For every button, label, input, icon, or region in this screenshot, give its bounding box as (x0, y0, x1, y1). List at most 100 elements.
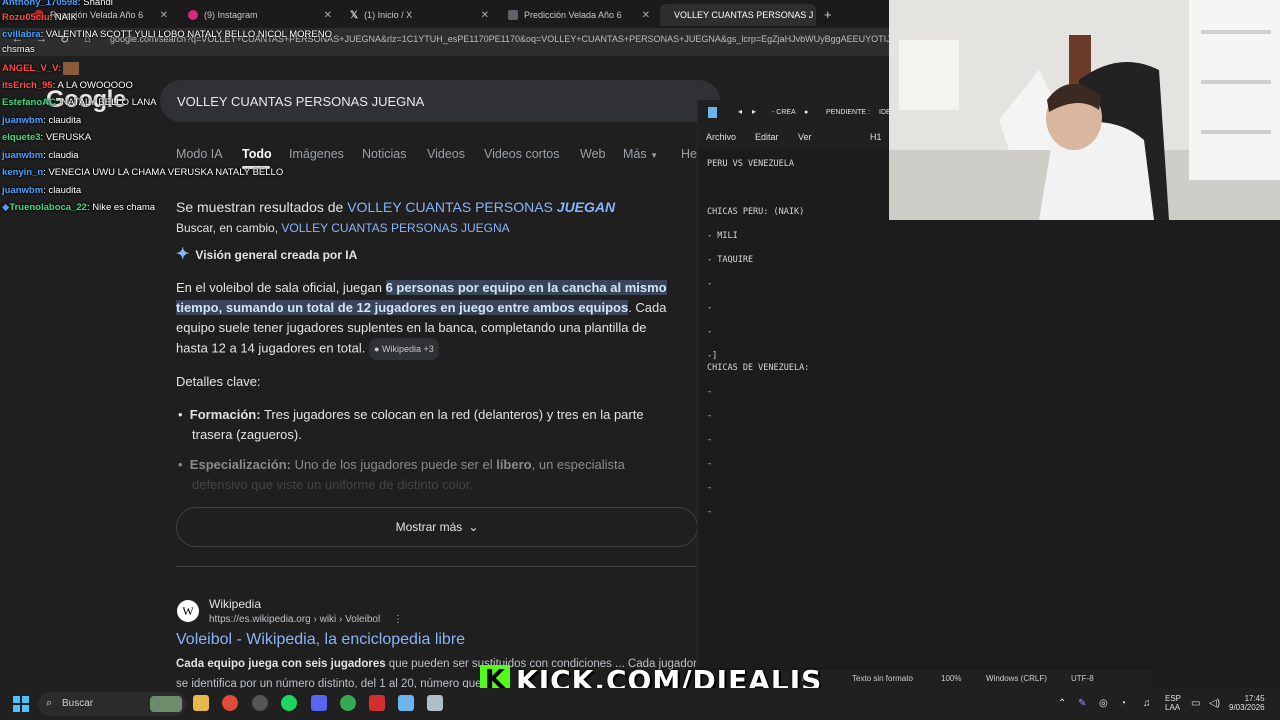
close-tab-icon[interactable]: ✕ (642, 10, 650, 21)
windows-logo-icon (13, 696, 29, 712)
chrome-icon[interactable] (222, 695, 238, 711)
ai-overview-header: ✦ Visión general creada por IA (176, 245, 357, 265)
notepad-taskbar-icon[interactable] (398, 695, 414, 711)
chat-message: ANGEL_V_V: (2, 62, 80, 75)
tab-prediccion[interactable]: Predicción Velada Año 6 ✕ (500, 4, 658, 26)
search-instead-prefix: Buscar, en cambio, (176, 221, 282, 235)
app-icon[interactable] (369, 695, 385, 711)
dropdown-arrow-icon: ▼ (650, 151, 659, 160)
notepad-tab-bar: ◂ ▸ - CREA ● PENDIENTE : IDE (698, 100, 891, 126)
notepad-tab-crea[interactable]: - CREA (772, 109, 796, 116)
tab-videos[interactable]: Videos (427, 147, 465, 161)
tray-app-icon[interactable]: ◎ (1099, 698, 1108, 709)
notepad-line: -] (707, 351, 718, 361)
close-tab-icon[interactable]: ✕ (324, 10, 332, 21)
menu-ver[interactable]: Ver (798, 132, 812, 142)
clock[interactable]: 17:45 9/03/2026 (1229, 694, 1265, 712)
corrected-query-link[interactable]: VOLLEY CUANTAS PERSONAS JUEGAN (347, 199, 615, 215)
chat-username: juanwbm (2, 150, 44, 161)
volume-icon[interactable]: ◁) (1209, 698, 1220, 709)
unsaved-dot-icon: ● (804, 109, 809, 116)
chat-text: : claudia (43, 150, 79, 161)
tab-herramientas[interactable]: He (681, 147, 697, 161)
show-more-button[interactable]: Mostrar más ⌄ (176, 507, 698, 547)
ai-text: equipo suele tener jugadores suplentes e… (176, 320, 647, 335)
file-explorer-icon[interactable] (193, 695, 209, 711)
chat-message: cvillabra: VALENTINA SCOTT YULI LOBO NAT… (2, 29, 332, 40)
close-tab-icon[interactable]: ✕ (481, 10, 489, 21)
notepad-line: - MILI (707, 231, 738, 241)
notepad-line: CHICAS DE VENEZUELA: (707, 363, 810, 373)
notepad-line: CHICAS PERU: (NAIK) (707, 207, 805, 217)
chrome-profile-icon[interactable] (340, 695, 356, 711)
chat-text: : claudita (43, 115, 82, 126)
background-panel (1153, 220, 1280, 688)
original-query-link[interactable]: VOLLEY CUANTAS PERSONAS JUEGNA (281, 221, 509, 235)
chat-message: EstefanoAC: NATALY BELLO LANA (2, 97, 157, 108)
result-title-link[interactable]: Voleibol - Wikipedia, la enciclopedia li… (176, 630, 465, 650)
chat-text: : VALENTINA SCOTT YULI LOBO NATALY BELLO… (40, 29, 332, 40)
bullet-text: , un especialista (531, 457, 625, 472)
spotify-icon[interactable] (281, 695, 297, 711)
notepad-icon (708, 107, 717, 118)
tab-prev-icon[interactable]: ◂ (738, 107, 742, 116)
clock-time: 17:45 (1244, 694, 1265, 703)
ai-text: hasta 12 a 14 jugadores en total. (176, 340, 366, 356)
tab-favicon-icon (508, 10, 518, 20)
chat-message: ◆Truenolaboca_22: Nike es chama (2, 202, 155, 213)
details-title: Detalles clave: (176, 374, 261, 389)
chat-text: chsmas (2, 44, 35, 55)
ai-overview-paragraph: En el voleibol de sala oficial, juegan 6… (176, 278, 696, 360)
chat-message: itsErich_95: A LA OWOOOOO (2, 80, 133, 91)
corrected-query-text: VOLLEY CUANTAS PERSONAS (347, 199, 557, 215)
notepad-tab-pendiente[interactable]: PENDIENTE : (826, 109, 870, 116)
language-code: ESP (1165, 694, 1182, 703)
windows-start-icon[interactable] (13, 696, 29, 712)
more-options-icon[interactable]: ⋮ (393, 614, 403, 625)
calculator-icon[interactable] (427, 695, 443, 711)
new-tab-button[interactable]: + (824, 7, 832, 22)
chat-username: EstefanoAC (2, 97, 56, 108)
tab-next-icon[interactable]: ▸ (752, 107, 756, 116)
tab-web[interactable]: Web (580, 147, 605, 161)
source-chip-label: Wikipedia +3 (381, 344, 434, 354)
status-encoding: UTF-8 (1071, 674, 1094, 683)
tab-mas[interactable]: Más ▼ (623, 147, 658, 161)
tab-videos-cortos[interactable]: Videos cortos (484, 147, 560, 161)
source-chip[interactable]: ● Wikipedia +3 (369, 338, 439, 360)
obs-icon[interactable] (252, 695, 268, 711)
chat-text: : A LA OWOOOOO (52, 80, 133, 91)
bullet-icon: • (178, 407, 183, 422)
taskbar-search-label: Buscar (62, 698, 94, 709)
microphone-icon[interactable]: ♫ (1143, 698, 1151, 709)
language-indicator[interactable]: ESP LAA (1165, 694, 1181, 712)
ai-highlight: tiempo, sumando un total de 12 jugadores… (176, 300, 629, 315)
notepad-line: - (707, 507, 713, 517)
tab-noticias[interactable]: Noticias (362, 147, 406, 161)
tab-volley-active[interactable]: VOLLEY CUANTAS PERSONAS J ✕ (660, 4, 816, 26)
tab-x[interactable]: 𝕏 (1) Inicio / X ✕ (342, 4, 497, 26)
pen-icon[interactable]: ✎ (1078, 698, 1086, 709)
wifi-icon[interactable]: ◔ (1120, 698, 1126, 709)
tab-label: (1) Inicio / X (364, 10, 413, 20)
discord-icon[interactable] (311, 695, 327, 711)
list-item-faded: • Especialización: Uno de los jugadores … (178, 455, 698, 495)
menu-archivo[interactable]: Archivo (706, 132, 736, 142)
notepad-line: - (707, 279, 713, 289)
chat-message: Anthony_170598: Shandi (2, 0, 113, 8)
tray-overflow-icon[interactable]: ⌃ (1058, 698, 1066, 709)
menu-editar[interactable]: Editar (755, 132, 779, 142)
taskbar-search[interactable]: ⌕ Buscar (38, 692, 186, 716)
search-highlight-image (150, 696, 182, 712)
chat-username: juanwbm (2, 185, 44, 196)
notepad-line: - (707, 435, 713, 445)
display-icon[interactable]: ▭ (1191, 698, 1200, 709)
keyboard-layout: LAA (1165, 703, 1181, 712)
tab-label: Predicción Velada Año 6 (524, 10, 622, 20)
chat-text: : VENECIA UWU LA CHAMA VERUSKA NATALY BE… (43, 167, 284, 178)
chat-text: : NATALY BELLO LANA (55, 97, 157, 108)
notepad-menu-bar: Archivo Editar Ver H1 (698, 126, 888, 148)
status-line-ending: Windows (CRLF) (986, 674, 1047, 683)
chat-username: Anthony_170598: (2, 0, 81, 8)
heading-dropdown[interactable]: H1 (870, 132, 882, 142)
